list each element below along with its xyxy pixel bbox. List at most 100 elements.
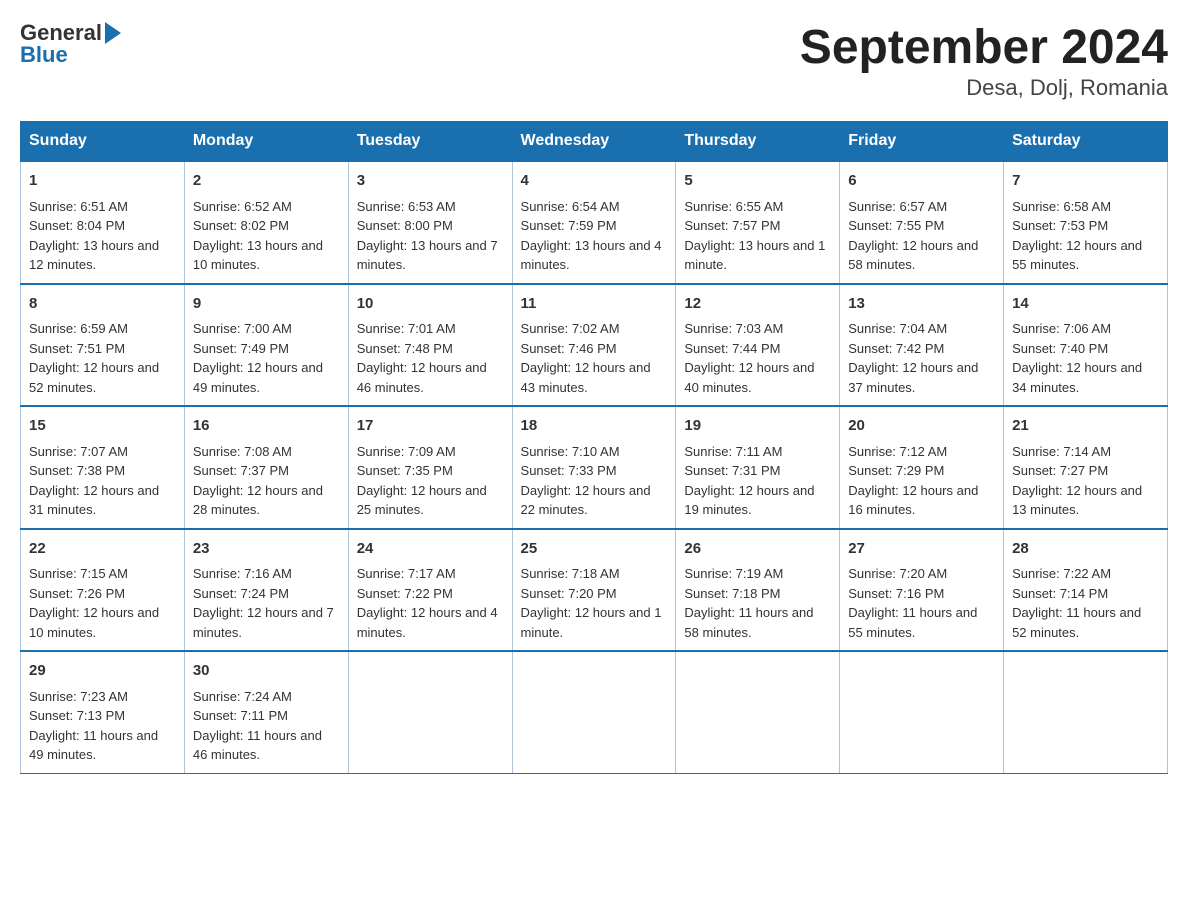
sunrise: Sunrise: 7:08 AM [193, 444, 292, 459]
week-row: 15Sunrise: 7:07 AMSunset: 7:38 PMDayligh… [21, 406, 1168, 529]
sunset: Sunset: 7:26 PM [29, 586, 125, 601]
calendar-cell [348, 651, 512, 773]
daylight: Daylight: 12 hours and 37 minutes. [848, 360, 978, 395]
day-number: 6 [848, 170, 995, 193]
calendar-cell: 30Sunrise: 7:24 AMSunset: 7:11 PMDayligh… [184, 651, 348, 773]
sunset: Sunset: 7:11 PM [193, 708, 288, 723]
day-number: 9 [193, 293, 340, 316]
daylight: Daylight: 12 hours and 49 minutes. [193, 360, 323, 395]
calendar-cell: 21Sunrise: 7:14 AMSunset: 7:27 PMDayligh… [1004, 406, 1168, 529]
sunset: Sunset: 7:55 PM [848, 218, 944, 233]
calendar-cell: 29Sunrise: 7:23 AMSunset: 7:13 PMDayligh… [21, 651, 185, 773]
day-number: 1 [29, 170, 176, 193]
sunrise: Sunrise: 7:20 AM [848, 566, 947, 581]
sunrise: Sunrise: 7:02 AM [521, 321, 620, 336]
calendar-cell: 2 Sunrise: 6:52 AM Sunset: 8:02 PM Daylight… [184, 161, 348, 284]
sunrise: Sunrise: 7:15 AM [29, 566, 128, 581]
sunrise: Sunrise: 7:16 AM [193, 566, 292, 581]
day-number: 4 [521, 170, 668, 193]
calendar-cell: 13Sunrise: 7:04 AMSunset: 7:42 PMDayligh… [840, 284, 1004, 407]
sunset: Sunset: 7:40 PM [1012, 341, 1108, 356]
calendar-cell: 7Sunrise: 6:58 AMSunset: 7:53 PMDaylight… [1004, 161, 1168, 284]
sunset: Sunset: 7:44 PM [684, 341, 780, 356]
calendar-cell: 15Sunrise: 7:07 AMSunset: 7:38 PMDayligh… [21, 406, 185, 529]
daylight: Daylight: 12 hours and 46 minutes. [357, 360, 487, 395]
weekday-header: Monday [184, 122, 348, 162]
calendar-cell: 27 Sunrise: 7:20 AM Sunset: 7:16 PM Dayligh… [840, 529, 1004, 652]
sunrise: Sunrise: 6:54 AM [521, 199, 620, 214]
day-number: 22 [29, 538, 176, 561]
day-number: 27 [848, 538, 995, 561]
day-number: 10 [357, 293, 504, 316]
calendar-cell: 11Sunrise: 7:02 AMSunset: 7:46 PMDayligh… [512, 284, 676, 407]
sunrise: Sunrise: 7:11 AM [684, 444, 782, 459]
weekday-header: Tuesday [348, 122, 512, 162]
daylight: Daylight: 13 hours and 1 minute. [684, 238, 825, 273]
calendar-cell: 19Sunrise: 7:11 AMSunset: 7:31 PMDayligh… [676, 406, 840, 529]
sunrise: Sunrise: 7:07 AM [29, 444, 128, 459]
sunrise: Sunrise: 7:01 AM [357, 321, 456, 336]
sunset: Sunset: 7:27 PM [1012, 463, 1108, 478]
calendar-cell: 9Sunrise: 7:00 AMSunset: 7:49 PMDaylight… [184, 284, 348, 407]
sunrise: Sunrise: 7:22 AM [1012, 566, 1111, 581]
sunset: Sunset: 7:51 PM [29, 341, 125, 356]
daylight: Daylight: 12 hours and 34 minutes. [1012, 360, 1142, 395]
day-number: 2 [193, 170, 340, 193]
sunrise: Sunrise: 7:04 AM [848, 321, 947, 336]
sunset: Sunset: 7:16 PM [848, 586, 944, 601]
day-number: 5 [684, 170, 831, 193]
daylight: Daylight: 11 hours and 55 minutes. [848, 605, 977, 640]
sunset: Sunset: 7:13 PM [29, 708, 125, 723]
daylight: Daylight: 13 hours and 12 minutes. [29, 238, 159, 273]
sunset: Sunset: 8:02 PM [193, 218, 289, 233]
sunset: Sunset: 7:31 PM [684, 463, 780, 478]
daylight: Daylight: 12 hours and 4 minutes. [357, 605, 498, 640]
sunset: Sunset: 7:59 PM [521, 218, 617, 233]
calendar-cell: 5Sunrise: 6:55 AMSunset: 7:57 PMDaylight… [676, 161, 840, 284]
sunset: Sunset: 7:49 PM [193, 341, 289, 356]
calendar-cell: 10 Sunrise: 7:01 AM Sunset: 7:48 PM Dayligh… [348, 284, 512, 407]
daylight: Daylight: 12 hours and 52 minutes. [29, 360, 159, 395]
calendar-cell: 8Sunrise: 6:59 AMSunset: 7:51 PMDaylight… [21, 284, 185, 407]
sunset: Sunset: 7:22 PM [357, 586, 453, 601]
weekday-header: Wednesday [512, 122, 676, 162]
week-row: 1Sunrise: 6:51 AMSunset: 8:04 PMDaylight… [21, 161, 1168, 284]
calendar-cell [676, 651, 840, 773]
calendar-cell: 22Sunrise: 7:15 AMSunset: 7:26 PMDayligh… [21, 529, 185, 652]
daylight: Daylight: 12 hours and 1 minute. [521, 605, 662, 640]
sunrise: Sunrise: 7:24 AM [193, 689, 292, 704]
daylight: Daylight: 12 hours and 43 minutes. [521, 360, 651, 395]
sunset: Sunset: 7:38 PM [29, 463, 125, 478]
sunset: Sunset: 7:48 PM [357, 341, 453, 356]
sunrise: Sunrise: 6:57 AM [848, 199, 947, 214]
calendar-cell: 12Sunrise: 7:03 AMSunset: 7:44 PMDayligh… [676, 284, 840, 407]
day-number: 3 [357, 170, 504, 193]
sunrise: Sunrise: 7:03 AM [684, 321, 783, 336]
day-number: 18 [521, 415, 668, 438]
daylight: Daylight: 12 hours and 55 minutes. [1012, 238, 1142, 273]
calendar-cell: 3Sunrise: 6:53 AMSunset: 8:00 PMDaylight… [348, 161, 512, 284]
sunset: Sunset: 7:14 PM [1012, 586, 1108, 601]
sunset: Sunset: 7:53 PM [1012, 218, 1108, 233]
calendar-cell: 14Sunrise: 7:06 AMSunset: 7:40 PMDayligh… [1004, 284, 1168, 407]
day-number: 14 [1012, 293, 1159, 316]
daylight: Daylight: 12 hours and 40 minutes. [684, 360, 814, 395]
sunrise: Sunrise: 7:18 AM [521, 566, 620, 581]
daylight: Daylight: 13 hours and 10 minutes. [193, 238, 323, 273]
day-number: 8 [29, 293, 176, 316]
daylight: Daylight: 12 hours and 28 minutes. [193, 483, 323, 518]
day-number: 30 [193, 660, 340, 683]
sunrise: Sunrise: 6:52 AM [193, 199, 292, 214]
daylight: Daylight: 12 hours and 25 minutes. [357, 483, 487, 518]
day-number: 13 [848, 293, 995, 316]
calendar-cell: 26Sunrise: 7:19 AMSunset: 7:18 PMDayligh… [676, 529, 840, 652]
calendar-cell [1004, 651, 1168, 773]
day-number: 28 [1012, 538, 1159, 561]
daylight: Daylight: 11 hours and 58 minutes. [684, 605, 813, 640]
sunrise: Sunrise: 7:17 AM [357, 566, 456, 581]
calendar-cell: 18Sunrise: 7:10 AMSunset: 7:33 PMDayligh… [512, 406, 676, 529]
sunrise: Sunrise: 6:51 AM [29, 199, 128, 214]
day-number: 21 [1012, 415, 1159, 438]
weekday-header: Thursday [676, 122, 840, 162]
calendar-table: SundayMondayTuesdayWednesdayThursdayFrid… [20, 121, 1168, 774]
